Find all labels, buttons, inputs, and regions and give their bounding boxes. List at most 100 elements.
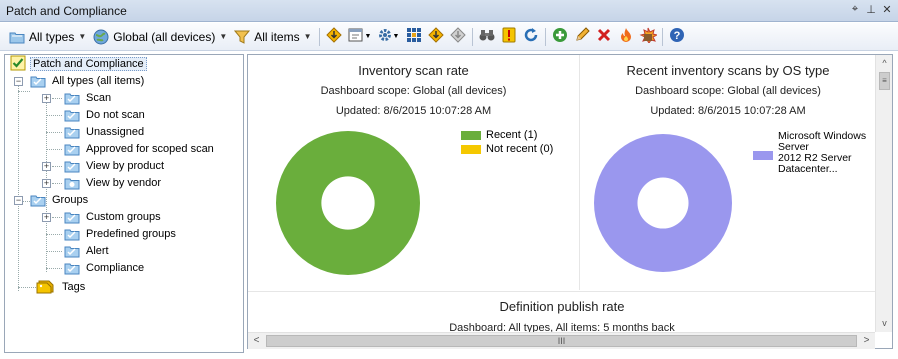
grid-icon	[406, 28, 421, 45]
schedule-button[interactable]: ▼	[345, 26, 375, 48]
inventory-donut-chart	[276, 131, 420, 275]
chevron-down-icon: ▼	[392, 33, 400, 40]
tree-connector	[46, 132, 62, 133]
tree-connector	[18, 287, 36, 288]
folder-icon	[64, 126, 80, 139]
donut-slice	[594, 134, 732, 272]
alert-button[interactable]	[498, 26, 520, 48]
tree-label: Do not scan	[86, 109, 145, 121]
binoculars-icon	[479, 28, 495, 45]
tree-node-root[interactable]: Patch and Compliance	[10, 55, 147, 74]
tree-node-alert[interactable]: Alert	[64, 243, 111, 259]
inventory-chart-title: Inventory scan rate	[358, 63, 469, 78]
find-button[interactable]	[476, 26, 498, 48]
tree-label: View by vendor	[86, 177, 162, 189]
type-filter-dropdown[interactable]: All types ▼	[6, 26, 89, 48]
folder-icon	[9, 29, 25, 45]
tree-node-scan[interactable]: Scan	[64, 90, 113, 106]
items-filter-label: All items	[254, 29, 300, 44]
tree-connector	[52, 217, 62, 218]
legend-swatch	[461, 131, 481, 140]
scroll-thumb[interactable]: ≡	[879, 72, 890, 90]
chevron-down-icon: ▼	[219, 32, 228, 41]
settings-button[interactable]: ▼	[375, 26, 403, 48]
download-button[interactable]	[323, 26, 345, 48]
tree-node-do-not-scan[interactable]: Do not scan	[64, 107, 147, 123]
tree-node-view-by-vendor[interactable]: View by vendor	[64, 175, 163, 191]
download-updates-icon	[427, 27, 444, 46]
tree-label: All types (all items)	[52, 75, 145, 87]
items-filter-dropdown[interactable]: All items ▼	[231, 26, 314, 48]
scroll-left-icon[interactable]: <	[248, 333, 265, 350]
download-updates-button[interactable]	[425, 26, 447, 48]
refresh-button[interactable]	[520, 26, 542, 48]
tree-label: Unassigned	[86, 126, 145, 138]
toolbar-separator	[318, 27, 320, 46]
download-icon	[325, 27, 342, 46]
vertical-scrollbar[interactable]: ^ ≡ v	[875, 55, 892, 332]
expand-icon[interactable]: +	[42, 179, 51, 188]
chevron-down-icon: ▼	[78, 32, 87, 41]
exclamation-icon	[502, 27, 516, 46]
dock-icon[interactable]: ⊥	[866, 3, 876, 16]
scroll-thumb[interactable]: III	[266, 335, 857, 347]
os-chart-scope: Dashboard scope: Global (all devices)	[635, 85, 821, 97]
explode-button[interactable]	[637, 26, 659, 48]
tree-node-view-by-product[interactable]: View by product	[64, 158, 166, 174]
tree-node-custom-groups[interactable]: Custom groups	[64, 209, 163, 225]
tree-label: Approved for scoped scan	[86, 143, 214, 155]
horizontal-scrollbar[interactable]: < III >	[248, 332, 875, 349]
help-button[interactable]: ?	[666, 26, 688, 48]
diamond-button[interactable]	[447, 26, 469, 48]
tree-connector	[52, 98, 62, 99]
tree-node-predefined-groups[interactable]: Predefined groups	[64, 226, 178, 242]
pin-icon[interactable]: ⌖	[850, 3, 860, 16]
inventory-chart-scope: Dashboard scope: Global (all devices)	[320, 85, 507, 97]
expand-icon[interactable]: +	[42, 213, 51, 222]
expand-icon[interactable]: +	[42, 94, 51, 103]
os-chart-title: Recent inventory scans by OS type	[626, 63, 830, 78]
tree-node-groups[interactable]: Groups	[30, 192, 90, 208]
legend-label: Not recent (0)	[486, 143, 554, 155]
tree-label: Tags	[62, 281, 86, 293]
tree-node-compliance[interactable]: Compliance	[64, 260, 146, 276]
tree-label: Predefined groups	[86, 228, 176, 240]
folder-icon	[30, 75, 46, 88]
tree-connector	[18, 79, 19, 291]
folder-icon	[64, 160, 80, 173]
grid-button[interactable]	[403, 26, 425, 48]
folder-icon	[30, 194, 46, 207]
expand-icon[interactable]: +	[42, 162, 51, 171]
legend-swatch	[461, 145, 481, 154]
collapse-icon[interactable]: −	[14, 196, 23, 205]
fire-button[interactable]	[615, 26, 637, 48]
help-icon: ?	[669, 27, 685, 46]
tree-node-all-types[interactable]: All types (all items)	[30, 73, 146, 89]
tags-icon	[36, 278, 56, 297]
svg-text:?: ?	[673, 30, 680, 42]
legend-item: Not recent (0)	[461, 143, 553, 155]
folder-icon	[64, 143, 80, 156]
delete-button[interactable]	[593, 26, 615, 48]
os-chart-updated: Updated: 8/6/2015 10:07:28 AM	[650, 105, 806, 117]
scroll-right-icon[interactable]: >	[858, 333, 875, 350]
folder-icon	[64, 177, 80, 190]
definition-chart-title: Definition publish rate	[499, 299, 625, 314]
checkmark-icon	[10, 55, 26, 74]
tree-label: View by product	[86, 160, 165, 172]
scope-filter-dropdown[interactable]: Global (all devices) ▼	[90, 26, 230, 48]
tree-node-unassigned[interactable]: Unassigned	[64, 124, 146, 140]
legend-item: Recent (1)	[461, 129, 537, 141]
tree-connector	[46, 115, 62, 116]
scroll-down-icon[interactable]: v	[876, 315, 893, 332]
add-button[interactable]	[549, 26, 571, 48]
tree-node-tags[interactable]: Tags	[36, 279, 87, 295]
chevron-down-icon: ▼	[364, 33, 372, 40]
tree-connector	[18, 91, 30, 92]
close-icon[interactable]: ✕	[882, 3, 892, 16]
navigation-tree: Patch and Compliance − All types (all it…	[4, 54, 244, 353]
edit-button[interactable]	[571, 26, 593, 48]
tree-node-approved[interactable]: Approved for scoped scan	[64, 141, 216, 157]
scroll-up-icon[interactable]: ^	[876, 55, 893, 72]
collapse-icon[interactable]: −	[14, 77, 23, 86]
